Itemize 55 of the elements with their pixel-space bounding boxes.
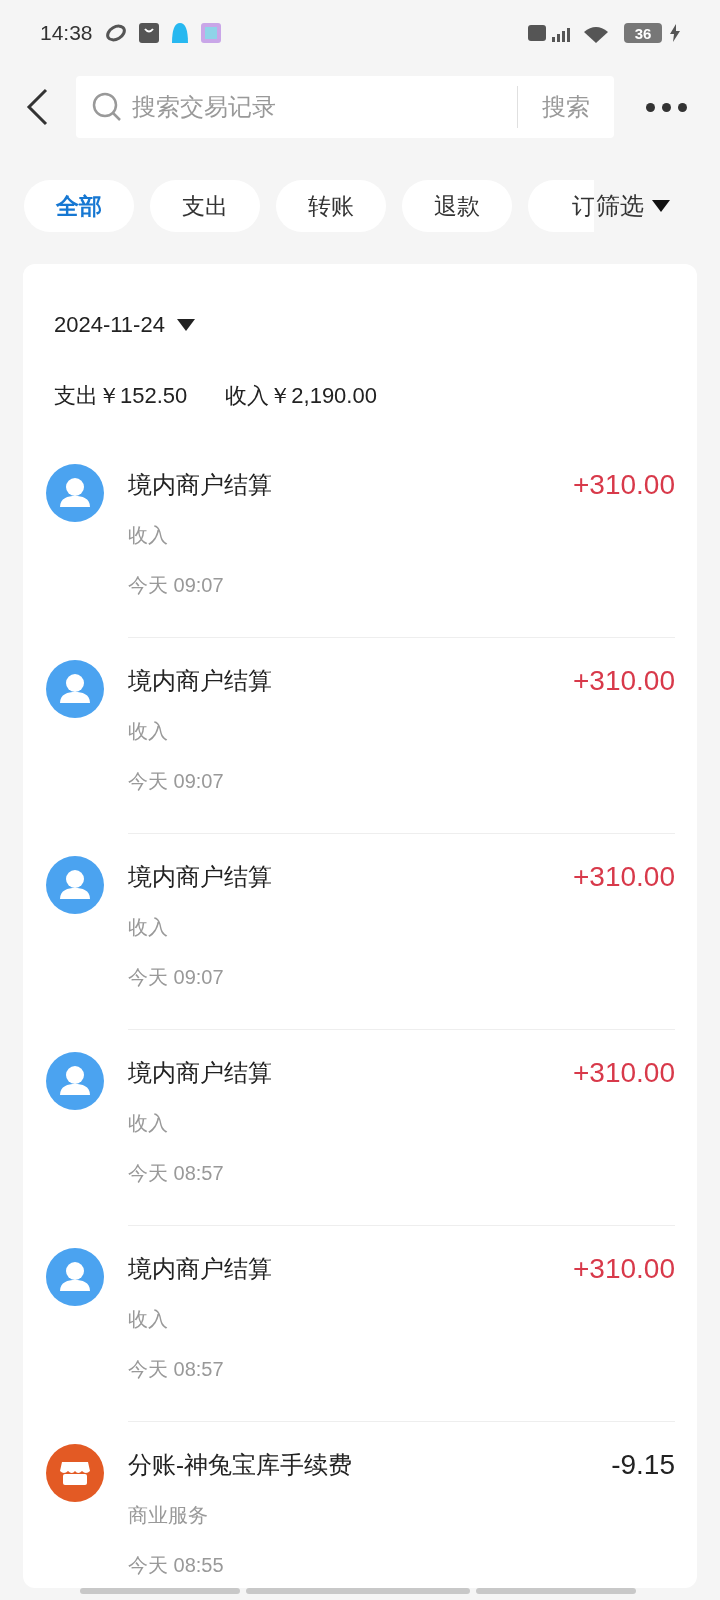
filter-tab[interactable]: 支出 [150,180,260,232]
transaction-time: 今天 08:55 [128,1553,224,1578]
income-total: 收入￥2,190.00 [225,382,377,410]
penguin-icon [170,23,189,43]
filter-tab[interactable]: 订 [528,180,594,232]
date-selector[interactable]: 2024-11-24 [54,308,195,341]
user-avatar-icon [46,464,104,522]
more-button[interactable] [646,102,687,112]
battery-icon: 36 [624,23,662,43]
transaction-time: 今天 08:57 [128,1357,224,1382]
transaction-row[interactable]: 分账-神兔宝库手续费 -9.15 商业服务 今天 08:55 [23,1422,697,1588]
transaction-row[interactable]: 境内商户结算 +310.00 收入 今天 09:07 [23,442,697,638]
transaction-title: 境内商户结算 [128,1254,272,1284]
filter-tab[interactable]: 全部 [24,180,134,232]
transaction-title: 分账-神兔宝库手续费 [128,1450,352,1480]
transaction-time: 今天 08:57 [128,1161,224,1186]
transaction-category: 收入 [128,1111,168,1136]
search-icon [92,92,122,122]
transaction-title: 境内商户结算 [128,470,272,500]
charging-icon [670,24,680,42]
shopping-bag-icon [138,23,159,43]
filter-tab[interactable]: 转账 [276,180,386,232]
dropdown-caret-icon [652,200,670,212]
transaction-row[interactable]: 境内商户结算 +310.00 收入 今天 08:57 [23,1226,697,1422]
user-avatar-icon [46,1052,104,1110]
transaction-title: 境内商户结算 [128,666,272,696]
transaction-category: 收入 [128,915,168,940]
user-avatar-icon [46,1248,104,1306]
transaction-row[interactable]: 境内商户结算 +310.00 收入 今天 08:57 [23,1030,697,1226]
transaction-category: 收入 [128,719,168,744]
filter-tab[interactable]: 退款 [402,180,512,232]
transaction-time: 今天 09:07 [128,965,224,990]
user-avatar-icon [46,856,104,914]
transaction-amount: -9.15 [611,1448,675,1482]
transaction-category: 收入 [128,523,168,548]
dropdown-caret-icon [176,318,195,331]
transaction-row[interactable]: 境内商户结算 +310.00 收入 今天 09:07 [23,834,697,1030]
transaction-amount: +310.00 [573,468,675,502]
transaction-category: 商业服务 [128,1503,208,1528]
transaction-amount: +310.00 [573,1056,675,1090]
expense-total: 支出￥152.50 [54,382,188,410]
transaction-amount: +310.00 [573,664,675,698]
planet-icon [104,22,127,44]
transaction-title: 境内商户结算 [128,1058,272,1088]
transaction-time: 今天 09:07 [128,573,224,598]
transaction-title: 境内商户结算 [128,862,272,892]
user-avatar-icon [46,660,104,718]
transaction-amount: +310.00 [573,1252,675,1286]
transaction-category: 收入 [128,1307,168,1332]
app-icon [200,23,221,43]
status-time: 14:38 [40,20,93,47]
transaction-amount: +310.00 [573,860,675,894]
store-icon [46,1444,104,1502]
transaction-time: 今天 09:07 [128,769,224,794]
transaction-row[interactable]: 境内商户结算 +310.00 收入 今天 09:07 [23,638,697,834]
